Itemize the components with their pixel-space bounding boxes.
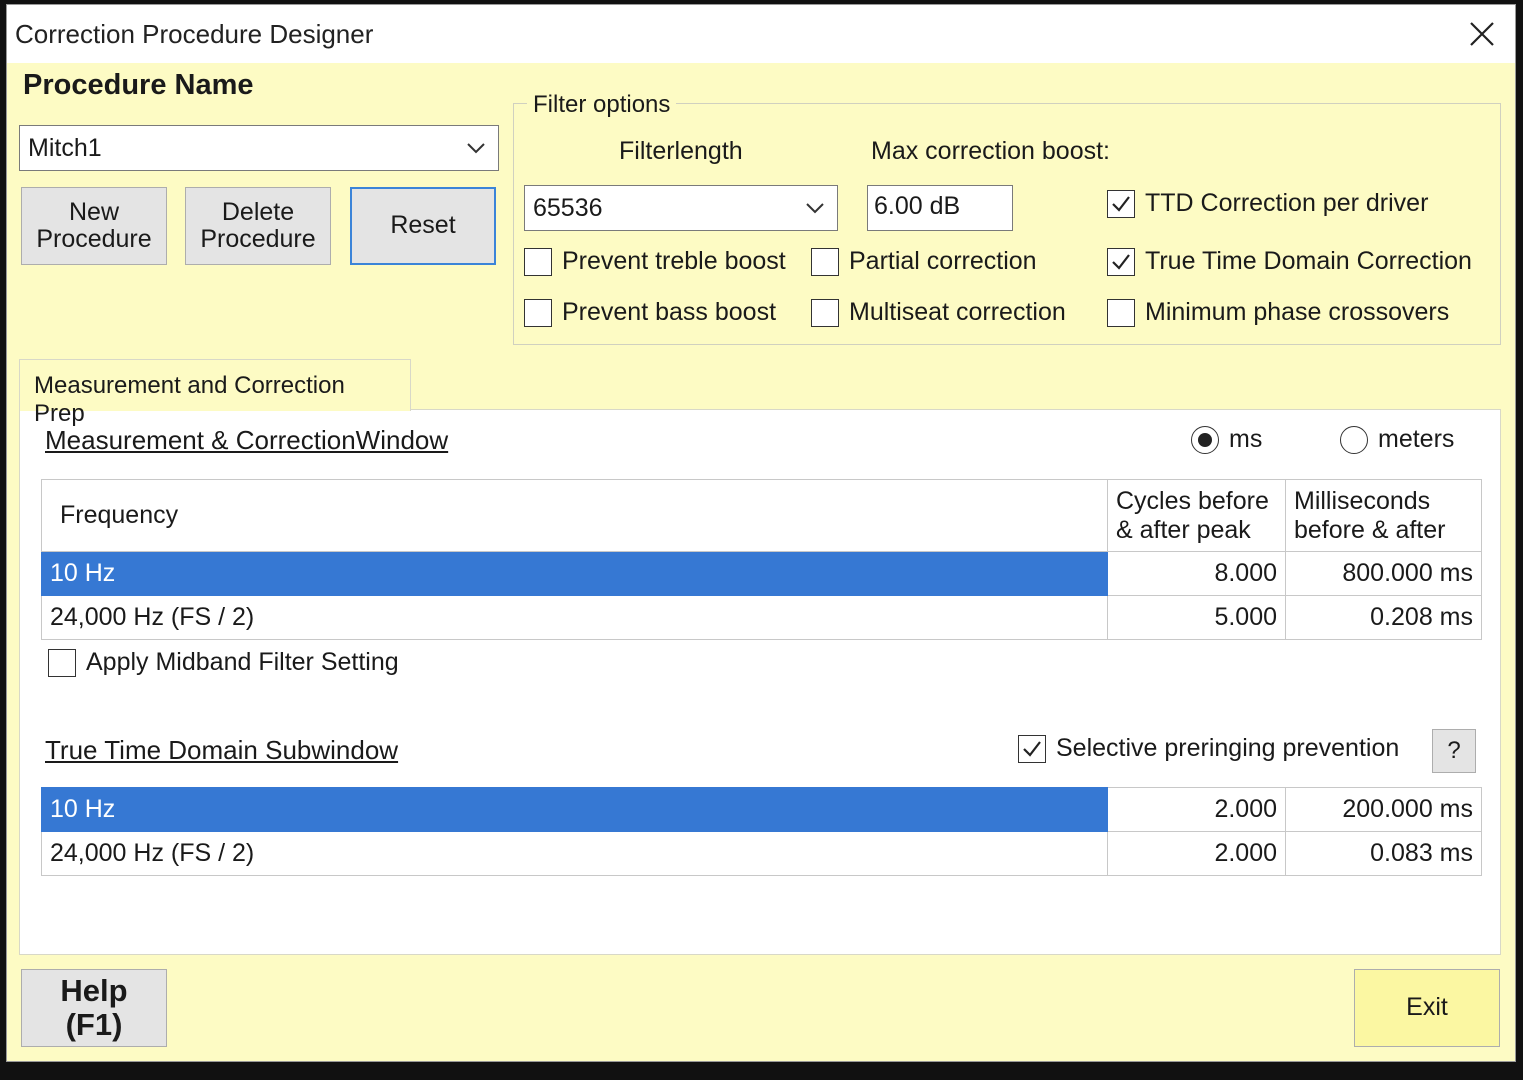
ttd-subwindow-table: 10 Hz 2.000 200.000 ms 24,000 Hz (FS / 2… [41,787,1482,876]
close-icon [1470,22,1494,46]
dialog-window: Correction Procedure Designer Procedure … [6,4,1516,1062]
max-boost-input[interactable]: 6.00 dB [867,185,1013,231]
cell-ms[interactable]: 800.000 ms [1285,551,1482,596]
close-button[interactable] [1459,11,1505,57]
radio-label: meters [1378,425,1455,453]
column-header-frequency: Frequency [41,479,1108,552]
chevron-down-icon [467,143,485,154]
exit-button[interactable]: Exit [1354,969,1500,1047]
ttd-per-driver-checkbox[interactable]: TTD Correction per driver [1107,189,1428,218]
checkbox-box [48,648,76,677]
radio-ms[interactable]: ms [1191,425,1262,454]
checkbox-label: Prevent bass boost [562,298,777,326]
cell-ms[interactable]: 200.000 ms [1285,787,1482,832]
checkbox-box [1107,298,1135,327]
tab-measurement-correction-prep[interactable]: Measurement and Correction Prep [19,359,411,427]
procedure-name-label: Procedure Name [23,69,254,101]
column-header-cycles: Cycles before & after peak [1107,479,1286,552]
table-row[interactable]: 24,000 Hz (FS / 2) 5.000 0.208 ms [41,595,1482,640]
checkbox-label: Selective preringing prevention [1056,734,1400,762]
checkbox-label: Multiseat correction [849,298,1066,326]
checkbox-box [524,298,552,327]
filterlength-label: Filterlength [619,137,743,165]
table-header-row: Frequency Cycles before & after peak Mil… [41,479,1482,552]
reset-button[interactable]: Reset [350,187,496,265]
filterlength-select[interactable]: 65536 [524,185,838,231]
chevron-down-icon [806,203,824,214]
checkbox-label: Partial correction [849,247,1037,275]
midband-filter-checkbox[interactable]: Apply Midband Filter Setting [48,648,399,677]
ttd-subwindow-title: True Time Domain Subwindow [45,735,399,765]
checkbox-label: Minimum phase crossovers [1145,298,1450,326]
new-procedure-button[interactable]: New Procedure [21,187,167,265]
checkmark-icon [1112,195,1130,212]
prevent-treble-checkbox[interactable]: Prevent treble boost [524,247,786,276]
checkbox-box [1018,734,1046,763]
checkbox-label: Apply Midband Filter Setting [86,648,399,676]
radio-label: ms [1229,425,1263,453]
column-header-ms: Milliseconds before & after [1285,479,1482,552]
checkbox-box [524,247,552,276]
min-phase-crossovers-checkbox[interactable]: Minimum phase crossovers [1107,298,1449,327]
cell-frequency[interactable]: 24,000 Hz (FS / 2) [41,595,1108,640]
true-time-domain-checkbox[interactable]: True Time Domain Correction [1107,247,1472,276]
help-button-line1: Help [60,972,128,1008]
procedure-select-value: Mitch1 [28,133,102,162]
filter-options-legend: Filter options [527,91,677,119]
max-boost-label: Max correction boost: [871,137,1110,165]
measurement-window-title: Measurement & CorrectionWindow [45,425,449,455]
help-button[interactable]: Help (F1) [21,969,167,1047]
cell-frequency[interactable]: 24,000 Hz (FS / 2) [41,831,1108,876]
procedure-select[interactable]: Mitch1 [19,125,499,171]
checkbox-box [811,298,839,327]
radio-circle [1191,425,1219,454]
radio-circle [1340,425,1368,454]
cell-frequency[interactable]: 10 Hz [41,551,1108,596]
checkbox-label: TTD Correction per driver [1145,189,1429,217]
checkbox-label: True Time Domain Correction [1145,247,1472,275]
multiseat-correction-checkbox[interactable]: Multiseat correction [811,298,1066,327]
partial-correction-checkbox[interactable]: Partial correction [811,247,1037,276]
cell-cycles[interactable]: 2.000 [1107,831,1286,876]
checkbox-box [1107,247,1135,276]
window-title: Correction Procedure Designer [15,19,374,49]
radio-dot [1198,432,1212,447]
table-row[interactable]: 10 Hz 8.000 800.000 ms [41,551,1482,596]
title-bar: Correction Procedure Designer [7,5,1515,63]
help-button-line2: (F1) [65,1007,123,1042]
cell-ms[interactable]: 0.083 ms [1285,831,1482,876]
checkbox-box [1107,189,1135,218]
filterlength-value: 65536 [533,193,603,222]
checkbox-label: Prevent treble boost [562,247,786,275]
cell-cycles[interactable]: 8.000 [1107,551,1286,596]
table-row[interactable]: 10 Hz 2.000 200.000 ms [41,787,1482,832]
preringing-help-button[interactable]: ? [1432,729,1476,773]
checkmark-icon [1112,253,1130,270]
cell-cycles[interactable]: 5.000 [1107,595,1286,640]
prevent-bass-checkbox[interactable]: Prevent bass boost [524,298,776,327]
cell-frequency[interactable]: 10 Hz [41,787,1108,832]
table-row[interactable]: 24,000 Hz (FS / 2) 2.000 0.083 ms [41,831,1482,876]
checkmark-icon [1023,740,1041,757]
selective-preringing-checkbox[interactable]: Selective preringing prevention [1018,734,1399,763]
cell-cycles[interactable]: 2.000 [1107,787,1286,832]
delete-procedure-button[interactable]: Delete Procedure [185,187,331,265]
measurement-window-table: Frequency Cycles before & after peak Mil… [41,479,1482,640]
cell-ms[interactable]: 0.208 ms [1285,595,1482,640]
radio-meters[interactable]: meters [1340,425,1454,454]
checkbox-box [811,247,839,276]
